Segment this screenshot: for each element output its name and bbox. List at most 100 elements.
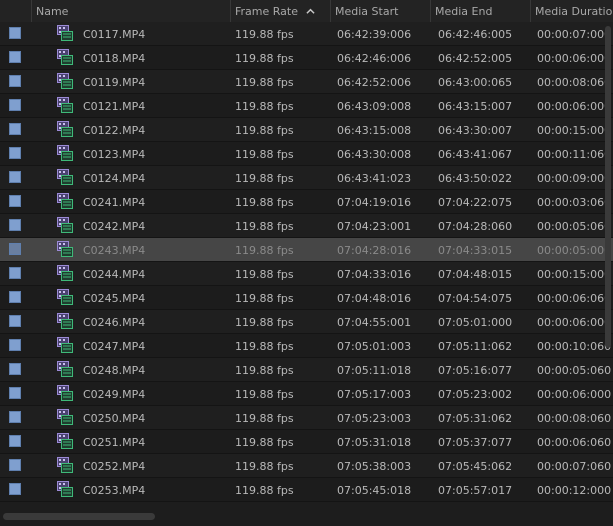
label-color-swatch[interactable]: [9, 483, 21, 495]
media-end-value: 06:42:52:005: [438, 52, 513, 65]
media-end-value: 07:05:16:077: [438, 364, 513, 377]
frame-rate-value: 119.88 fps: [235, 196, 294, 209]
media-duration-value: 00:00:09:000: [537, 172, 612, 185]
table-row[interactable]: C0122.MP4 119.88 fps 06:43:15:008 06:43:30:…: [0, 118, 613, 142]
table-row[interactable]: C0246.MP4 119.88 fps 07:04:55:001 07:05:01:…: [0, 310, 613, 334]
table-row[interactable]: C0248.MP4 119.88 fps 07:05:11:018 07:05:16:…: [0, 358, 613, 382]
table-row[interactable]: C0253.MP4 119.88 fps 07:05:45:018 07:05:57:…: [0, 478, 613, 502]
label-color-swatch[interactable]: [9, 411, 21, 423]
frame-rate-value: 119.88 fps: [235, 388, 294, 401]
frame-rate-value: 119.88 fps: [235, 76, 294, 89]
media-duration-value: 00:00:15:000: [537, 124, 612, 137]
table-row[interactable]: C0242.MP4 119.88 fps 07:04:23:001 07:04:28:…: [0, 214, 613, 238]
column-header-frame-rate[interactable]: Frame Rate: [230, 0, 330, 22]
media-start-value: 06:43:30:008: [337, 148, 412, 161]
column-header-media-duration[interactable]: Media Duration: [530, 0, 613, 22]
label-color-swatch[interactable]: [9, 195, 21, 207]
label-color-swatch[interactable]: [9, 267, 21, 279]
table-row[interactable]: C0243.MP4 119.88 fps 07:04:28:016 07:04:33:…: [0, 238, 613, 262]
media-end-value: 06:42:46:005: [438, 28, 513, 41]
media-start-value: 07:05:31:018: [337, 436, 412, 449]
media-end-value: 07:05:01:000: [438, 316, 513, 329]
clip-name: C0241.MP4: [83, 196, 146, 209]
label-color-swatch[interactable]: [9, 243, 21, 255]
media-start-value: 07:05:45:018: [337, 484, 412, 497]
table-row[interactable]: C0118.MP4 119.88 fps 06:42:46:006 06:42:52:…: [0, 46, 613, 70]
label-color-swatch[interactable]: [9, 339, 21, 351]
video-clip-icon: [57, 97, 73, 113]
table-row[interactable]: C0121.MP4 119.88 fps 06:43:09:008 06:43:15:…: [0, 94, 613, 118]
column-header-media-start[interactable]: Media Start: [330, 0, 430, 22]
table-row[interactable]: C0249.MP4 119.88 fps 07:05:17:003 07:05:23:…: [0, 382, 613, 406]
label-color-swatch[interactable]: [9, 291, 21, 303]
table-row[interactable]: C0119.MP4 119.88 fps 06:42:52:006 06:43:00:…: [0, 70, 613, 94]
media-duration-value: 00:00:11:060: [537, 148, 612, 161]
label-color-swatch[interactable]: [9, 123, 21, 135]
label-color-swatch[interactable]: [9, 27, 21, 39]
table-row[interactable]: C0247.MP4 119.88 fps 07:05:01:003 07:05:11:…: [0, 334, 613, 358]
media-end-value: 07:04:48:015: [438, 268, 513, 281]
frame-rate-value: 119.88 fps: [235, 52, 294, 65]
label-color-swatch[interactable]: [9, 75, 21, 87]
label-color-swatch[interactable]: [9, 435, 21, 447]
clip-name: C0248.MP4: [83, 364, 146, 377]
label-color-swatch[interactable]: [9, 387, 21, 399]
frame-rate-value: 119.88 fps: [235, 28, 294, 41]
media-duration-value: 00:00:05:000: [537, 244, 612, 257]
horizontal-scrollbar-thumb[interactable]: [3, 513, 155, 520]
media-end-value: 07:05:37:077: [438, 436, 513, 449]
media-start-value: 06:43:09:008: [337, 100, 412, 113]
clip-name: C0250.MP4: [83, 412, 146, 425]
table-row[interactable]: C0245.MP4 119.88 fps 07:04:48:016 07:04:54:…: [0, 286, 613, 310]
frame-rate-value: 119.88 fps: [235, 124, 294, 137]
media-duration-value: 00:00:06:000: [537, 52, 612, 65]
label-color-swatch[interactable]: [9, 171, 21, 183]
media-duration-value: 00:00:08:060: [537, 76, 612, 89]
media-duration-value: 00:00:07:060: [537, 460, 612, 473]
clip-name: C0242.MP4: [83, 220, 146, 233]
column-header-frame-rate-label: Frame Rate: [235, 5, 298, 18]
table-row[interactable]: C0241.MP4 119.88 fps 07:04:19:016 07:04:22:…: [0, 190, 613, 214]
media-start-value: 07:04:19:016: [337, 196, 412, 209]
label-color-swatch[interactable]: [9, 99, 21, 111]
label-color-swatch[interactable]: [9, 219, 21, 231]
media-start-value: 07:04:33:016: [337, 268, 412, 281]
frame-rate-value: 119.88 fps: [235, 316, 294, 329]
video-clip-icon: [57, 169, 73, 185]
table-row[interactable]: C0251.MP4 119.88 fps 07:05:31:018 07:05:37:…: [0, 430, 613, 454]
video-clip-icon: [57, 121, 73, 137]
table-row[interactable]: C0124.MP4 119.88 fps 06:43:41:023 06:43:50:…: [0, 166, 613, 190]
video-clip-icon: [57, 49, 73, 65]
frame-rate-value: 119.88 fps: [235, 340, 294, 353]
video-clip-icon: [57, 25, 73, 41]
label-color-swatch[interactable]: [9, 363, 21, 375]
table-row[interactable]: C0123.MP4 119.88 fps 06:43:30:008 06:43:41:…: [0, 142, 613, 166]
frame-rate-value: 119.88 fps: [235, 364, 294, 377]
clip-name: C0117.MP4: [83, 28, 146, 41]
column-header-media-end[interactable]: Media End: [430, 0, 530, 22]
column-header-name[interactable]: Name: [31, 0, 230, 22]
table-row[interactable]: C0250.MP4 119.88 fps 07:05:23:003 07:05:31:…: [0, 406, 613, 430]
clip-name: C0245.MP4: [83, 292, 146, 305]
label-color-swatch[interactable]: [9, 147, 21, 159]
label-color-swatch[interactable]: [9, 51, 21, 63]
clip-name: C0247.MP4: [83, 340, 146, 353]
media-start-value: 06:42:52:006: [337, 76, 412, 89]
video-clip-icon: [57, 481, 73, 497]
video-clip-icon: [57, 361, 73, 377]
media-duration-value: 00:00:12:000: [537, 484, 612, 497]
media-end-value: 06:43:30:007: [438, 124, 513, 137]
media-start-value: 07:05:38:003: [337, 460, 412, 473]
video-clip-icon: [57, 73, 73, 89]
table-row[interactable]: C0117.MP4 119.88 fps 06:42:39:006 06:42:46:…: [0, 22, 613, 46]
label-color-swatch[interactable]: [9, 459, 21, 471]
video-clip-icon: [57, 385, 73, 401]
table-row[interactable]: C0244.MP4 119.88 fps 07:04:33:016 07:04:48:…: [0, 262, 613, 286]
clip-name: C0122.MP4: [83, 124, 146, 137]
table-row[interactable]: C0252.MP4 119.88 fps 07:05:38:003 07:05:45:…: [0, 454, 613, 478]
media-duration-value: 00:00:05:060: [537, 364, 612, 377]
label-color-swatch[interactable]: [9, 315, 21, 327]
chevron-up-icon[interactable]: [306, 7, 315, 16]
vertical-scrollbar-thumb[interactable]: [605, 26, 611, 348]
frame-rate-value: 119.88 fps: [235, 460, 294, 473]
